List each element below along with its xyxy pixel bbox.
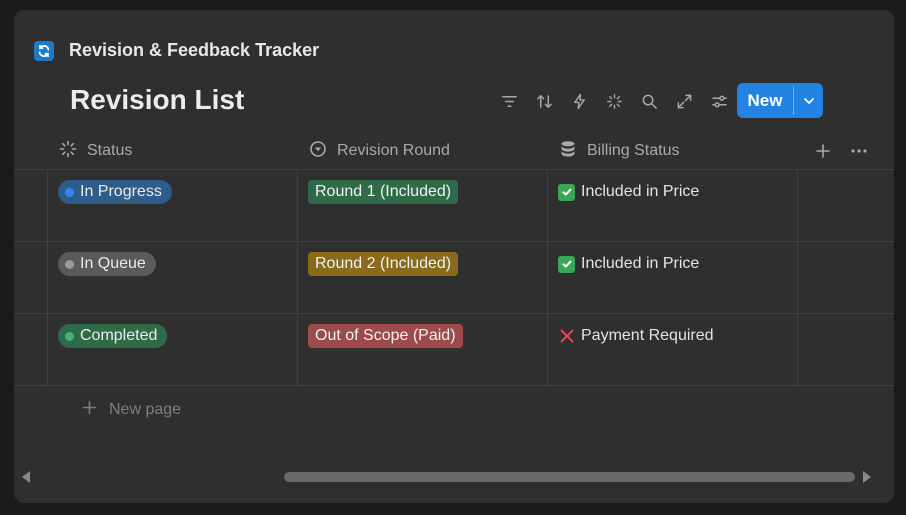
search-icon[interactable] (632, 87, 667, 115)
cross-mark-icon (558, 328, 575, 345)
column-label: Status (87, 142, 133, 159)
table-header: Status Revision Round Billing Status (14, 132, 894, 170)
column-header-revision-round[interactable]: Revision Round (309, 132, 450, 170)
header-actions (814, 132, 868, 170)
revision-table: Status Revision Round Billing Status In … (14, 132, 894, 386)
database-header: Revision & Feedback Tracker (34, 40, 319, 61)
view-toolbar (492, 87, 737, 115)
billing-status-label: Included in Price (581, 183, 700, 200)
check-box-icon (558, 255, 575, 273)
settings-sliders-icon[interactable] (702, 87, 737, 115)
column-label: Revision Round (337, 142, 450, 159)
chevron-down-icon[interactable] (794, 83, 823, 118)
table-row[interactable]: Completed Out of Scope (Paid) Payment Re… (14, 314, 894, 386)
database-icon (559, 140, 577, 163)
status-label: Completed (80, 327, 158, 344)
status-cell[interactable]: In Progress (47, 170, 297, 242)
filter-icon[interactable] (492, 87, 527, 115)
sync-icon (34, 40, 54, 61)
plus-icon (82, 400, 97, 420)
view-title[interactable]: Revision List (70, 84, 244, 116)
status-dot (65, 259, 74, 269)
billing-status-label: Payment Required (581, 327, 714, 344)
sort-icon[interactable] (527, 87, 562, 115)
new-page-button[interactable]: New page (82, 400, 181, 420)
new-button-label[interactable]: New (737, 83, 793, 118)
column-label: Billing Status (587, 142, 680, 159)
revision-round-cell[interactable]: Round 1 (Included) (297, 170, 547, 242)
revision-round-tag[interactable]: Round 2 (Included) (308, 252, 459, 276)
status-tag[interactable]: Completed (58, 324, 168, 348)
table-row[interactable]: In Progress Round 1 (Included) Included … (14, 170, 894, 242)
status-label: In Progress (80, 183, 162, 200)
billing-status-value: Included in Price (558, 252, 787, 276)
status-tag[interactable]: In Progress (58, 180, 172, 204)
database-title[interactable]: Revision & Feedback Tracker (69, 40, 319, 61)
column-header-status[interactable]: Status (59, 132, 132, 170)
status-spinner-icon (59, 140, 77, 163)
status-dot (65, 187, 74, 197)
scroll-left-arrow-icon[interactable] (22, 471, 30, 483)
billing-status-value: Payment Required (558, 324, 787, 348)
revision-round-cell[interactable]: Out of Scope (Paid) (297, 314, 547, 386)
add-column-plus-icon[interactable] (814, 142, 832, 160)
status-label: In Queue (80, 255, 146, 272)
select-chevron-icon (309, 140, 327, 163)
status-dot (65, 331, 74, 341)
new-page-label: New page (109, 401, 182, 418)
billing-status-cell[interactable]: Included in Price (547, 242, 797, 314)
column-header-billing-status[interactable]: Billing Status (559, 132, 680, 170)
revision-round-tag[interactable]: Round 1 (Included) (308, 180, 459, 204)
database-panel: Revision & Feedback Tracker Revision Lis… (14, 10, 894, 503)
scroll-right-arrow-icon[interactable] (863, 471, 871, 483)
more-options-icon[interactable] (850, 142, 868, 160)
billing-status-label: Included in Price (581, 255, 700, 272)
automation-icon[interactable] (562, 87, 597, 115)
expand-icon[interactable] (667, 87, 702, 115)
status-cell[interactable]: Completed (47, 314, 297, 386)
table-row[interactable]: In Queue Round 2 (Included) Included in … (14, 242, 894, 314)
horizontal-scrollbar-thumb[interactable] (284, 472, 855, 482)
check-box-icon (558, 183, 575, 201)
new-button[interactable]: New (737, 83, 823, 118)
status-cell[interactable]: In Queue (47, 242, 297, 314)
billing-status-cell[interactable]: Payment Required (547, 314, 797, 386)
empty-cell[interactable] (797, 170, 894, 242)
ai-sparkle-icon[interactable] (597, 87, 632, 115)
billing-status-cell[interactable]: Included in Price (547, 170, 797, 242)
revision-round-tag[interactable]: Out of Scope (Paid) (308, 324, 463, 348)
billing-status-value: Included in Price (558, 180, 787, 204)
empty-cell[interactable] (797, 242, 894, 314)
status-tag[interactable]: In Queue (58, 252, 156, 276)
empty-cell[interactable] (797, 314, 894, 386)
revision-round-cell[interactable]: Round 2 (Included) (297, 242, 547, 314)
